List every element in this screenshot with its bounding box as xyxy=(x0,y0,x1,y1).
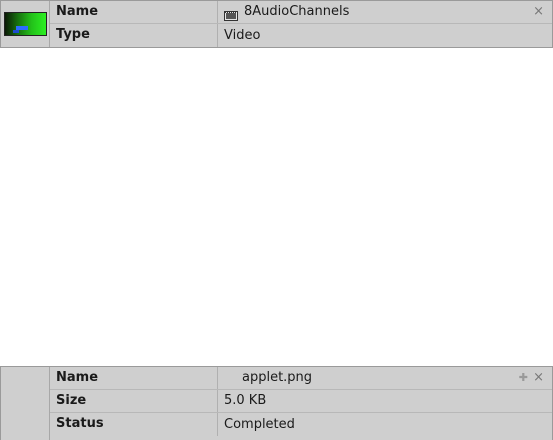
property-label: Name xyxy=(50,367,218,389)
property-label: Type xyxy=(50,24,218,47)
property-value: Completed xyxy=(224,416,295,432)
media-info-panel: Name 8AudioChannels × Type Video xyxy=(0,0,553,48)
property-row-type: Type Video xyxy=(50,24,552,47)
property-value: Video xyxy=(224,27,261,43)
property-value: applet.png ✚ × xyxy=(218,367,552,389)
media-thumbnail-column xyxy=(1,1,50,47)
property-row-name: Name 8AudioChannels × xyxy=(50,1,552,24)
file-name-value: applet.png xyxy=(242,370,313,385)
media-name-value: 8AudioChannels xyxy=(244,4,350,19)
property-row-name: Name applet.png ✚ × xyxy=(50,367,552,390)
property-label: Name xyxy=(50,1,218,23)
pin-icon[interactable]: ✚ xyxy=(519,367,528,389)
video-thumbnail[interactable] xyxy=(4,12,47,36)
close-button[interactable]: × xyxy=(533,367,544,389)
property-row-status: Status Completed xyxy=(50,413,552,436)
property-row-size: Size 5.0 KB xyxy=(50,390,552,413)
property-value: 5.0 KB xyxy=(224,393,267,408)
property-label: Status xyxy=(50,413,218,436)
download-info-panel: Name applet.png ✚ × Size 5.0 KB Status C… xyxy=(0,366,553,440)
close-button[interactable]: × xyxy=(533,1,544,23)
property-value: 8AudioChannels × xyxy=(218,1,552,23)
property-label: Size xyxy=(50,390,218,412)
film-icon xyxy=(224,7,238,21)
download-properties: Name applet.png ✚ × Size 5.0 KB Status C… xyxy=(50,367,552,440)
thumbnail-detail xyxy=(13,30,19,33)
media-properties: Name 8AudioChannels × Type Video xyxy=(50,1,552,47)
download-thumbnail-column xyxy=(1,367,50,440)
